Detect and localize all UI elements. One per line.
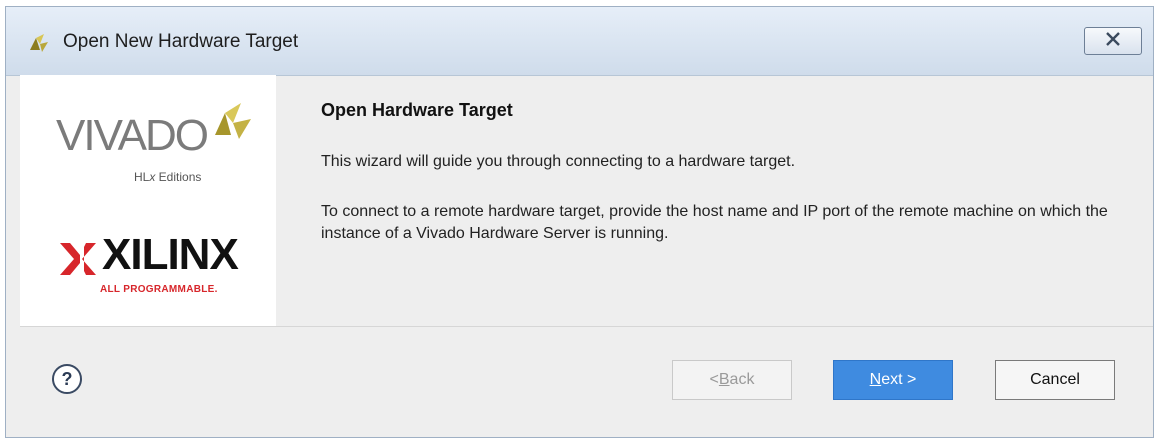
vivado-app-icon (26, 30, 54, 59)
instruction-text: To connect to a remote hardware target, … (321, 203, 1108, 242)
vivado-edition-subtitle: HLx Editions (134, 170, 202, 184)
svg-text:?: ? (62, 369, 73, 389)
vivado-logo-mark-icon (205, 99, 255, 148)
window-title: Open New Hardware Target (63, 31, 299, 52)
next-button[interactable]: Next > (833, 360, 953, 400)
help-icon[interactable]: ? (51, 363, 83, 395)
cancel-button[interactable]: Cancel (995, 360, 1115, 400)
branding-panel: VIVADO HLx Editions XILINX ALL PROGRAMMA… (20, 75, 276, 326)
vivado-logo-text: VIVADO (56, 111, 209, 160)
intro-text: This wizard will guide you through conne… (321, 153, 796, 170)
page-title: Open Hardware Target (321, 100, 513, 120)
dialog-window: Open New Hardware Target VIVADO HLx Edit… (5, 6, 1154, 438)
close-button[interactable] (1084, 27, 1142, 55)
xilinx-logo-mark-icon (58, 241, 98, 282)
xilinx-tagline: ALL PROGRAMMABLE. (100, 284, 218, 295)
title-bar[interactable]: Open New Hardware Target (6, 7, 1153, 76)
close-icon (1105, 31, 1121, 51)
footer-divider (20, 326, 1153, 327)
xilinx-logo-text: XILINX (102, 230, 239, 279)
back-button[interactable]: < Back (672, 360, 792, 400)
